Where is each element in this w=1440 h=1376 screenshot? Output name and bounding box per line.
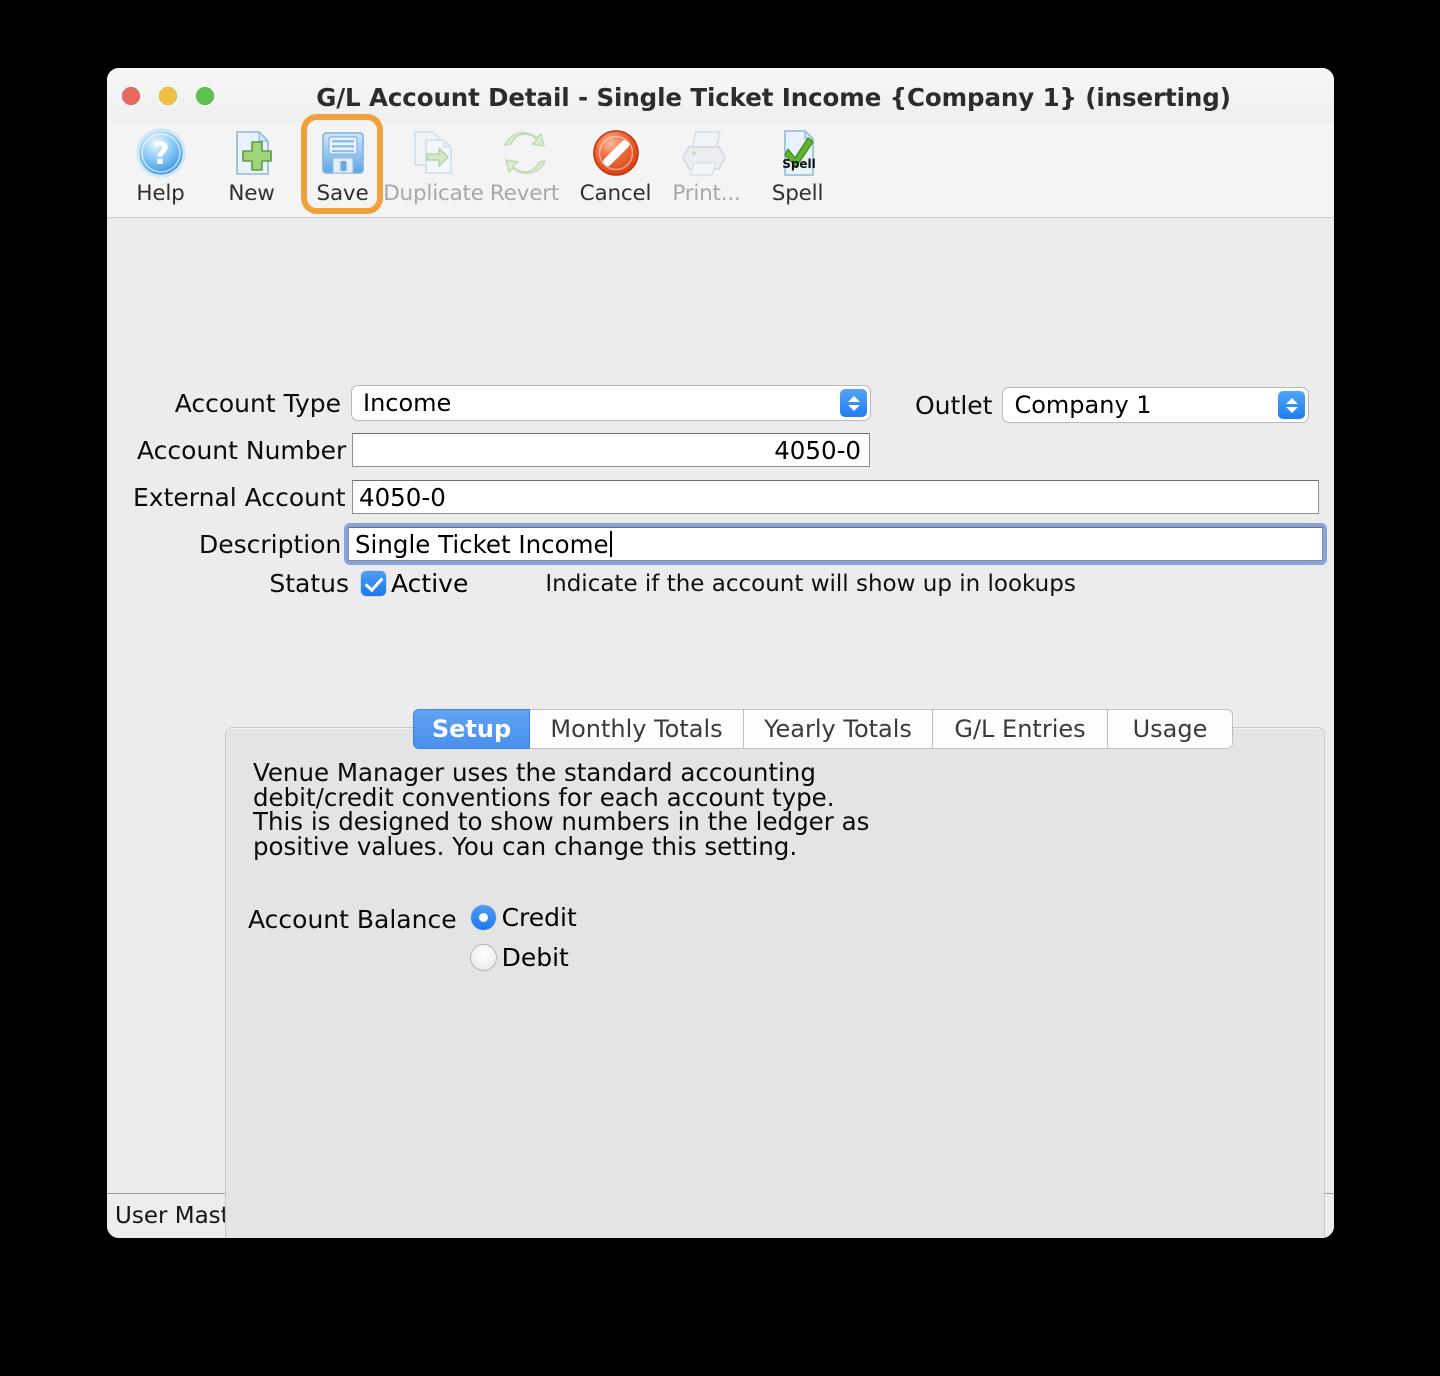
outlet-value: Company 1 <box>1014 391 1152 419</box>
account-type-value: Income <box>363 389 452 417</box>
checkmark-icon <box>361 571 386 596</box>
account-type-select[interactable]: Income <box>352 386 870 420</box>
tab-monthly-totals[interactable]: Monthly Totals <box>530 709 744 749</box>
radio-label: Debit <box>501 943 569 972</box>
toolbar-button-new[interactable]: New <box>206 122 297 206</box>
description-value: Single Ticket Income <box>355 529 609 559</box>
setup-description-text: Venue Manager uses the standard accounti… <box>253 758 870 861</box>
radio-label: Credit <box>501 903 577 932</box>
svg-text:?: ? <box>152 137 169 172</box>
external-account-input[interactable]: 4050-0 <box>352 480 1319 514</box>
toolbar-button-save[interactable]: Save <box>297 114 388 214</box>
toolbar-label: Spell <box>771 181 824 206</box>
tab-setup[interactable]: Setup <box>413 709 530 749</box>
toolbar-button-duplicate[interactable]: Duplicate <box>383 122 484 206</box>
toolbar-label: Cancel <box>579 181 652 206</box>
external-account-label: External Account <box>133 482 346 512</box>
gl-account-detail-window: G/L Account Detail - Single Ticket Incom… <box>107 68 1334 1238</box>
new-document-icon <box>225 126 279 180</box>
help-question-icon: ? <box>134 126 188 180</box>
tab-label: Yearly Totals <box>764 715 912 743</box>
window-title: G/L Account Detail - Single Ticket Incom… <box>316 83 1231 112</box>
account-balance-label: Account Balance <box>248 905 457 934</box>
description-label: Description <box>199 529 342 559</box>
outlet-select[interactable]: Company 1 <box>1003 388 1309 422</box>
toolbar-label: Help <box>136 181 185 206</box>
floppy-disk-icon <box>316 126 370 180</box>
window-titlebar: G/L Account Detail - Single Ticket Incom… <box>107 68 1334 122</box>
account-number-row: Account Number 4050-0 <box>137 433 870 467</box>
outlet-row: Outlet Company 1 <box>915 388 1309 422</box>
svg-text:Spell: Spell <box>782 157 816 171</box>
text-caret <box>609 531 612 557</box>
account-type-label: Account Type <box>174 388 341 418</box>
account-balance-group: Account Balance Credit Debit <box>248 903 577 972</box>
status-label: Status <box>269 569 349 598</box>
description-focus-ring: Single Ticket Income <box>344 523 1327 565</box>
refresh-arrows-icon <box>498 126 552 180</box>
radio-selected-icon <box>470 905 496 930</box>
external-account-value: 4050-0 <box>359 482 446 512</box>
account-number-input[interactable]: 4050-0 <box>352 433 870 467</box>
printer-icon <box>680 126 734 180</box>
description-input[interactable]: Single Ticket Income <box>348 527 1323 561</box>
toolbar-label: Duplicate <box>383 181 484 206</box>
account-balance-radios: Credit Debit <box>470 903 577 972</box>
tab-label: Usage <box>1132 715 1208 743</box>
toolbar-button-revert[interactable]: Revert <box>479 122 570 206</box>
toolbar: ? Help New Save Duplicate Revert Cancel … <box>107 114 1334 218</box>
description-row: Description Single Ticket Income <box>199 523 1327 565</box>
tab-bar: Setup Monthly Totals Yearly Totals G/L E… <box>413 709 1233 749</box>
tab-label: Setup <box>431 715 512 743</box>
form-area: Account Type Income Outlet Company 1 Acc… <box>107 218 1334 1238</box>
chevron-updown-icon[interactable] <box>1278 391 1306 419</box>
toolbar-label: Print... <box>672 181 741 206</box>
tab-gl-entries[interactable]: G/L Entries <box>933 709 1108 749</box>
account-number-label: Account Number <box>137 435 347 465</box>
toolbar-button-cancel[interactable]: Cancel <box>570 122 661 206</box>
status-active-checkbox[interactable]: Active <box>361 569 468 598</box>
radio-option-debit[interactable]: Debit <box>470 943 577 972</box>
outlet-label: Outlet <box>915 390 993 420</box>
toolbar-label: New <box>228 181 275 206</box>
spell-check-icon: Spell <box>771 126 825 180</box>
account-number-value: 4050-0 <box>774 435 861 465</box>
no-entry-icon <box>589 126 643 180</box>
toolbar-button-spell[interactable]: Spell Spell <box>752 122 843 206</box>
radio-unselected-icon <box>470 945 496 970</box>
chevron-updown-icon[interactable] <box>840 389 867 417</box>
duplicate-pages-icon <box>407 126 461 180</box>
external-account-row: External Account 4050-0 <box>133 480 1319 514</box>
tab-label: G/L Entries <box>954 715 1086 743</box>
tab-label: Monthly Totals <box>550 715 723 743</box>
status-row: Status Active Indicate if the account wi… <box>267 569 1076 598</box>
toolbar-button-help[interactable]: ? Help <box>115 122 206 206</box>
tab-yearly-totals[interactable]: Yearly Totals <box>744 709 933 749</box>
tab-usage[interactable]: Usage <box>1108 709 1233 749</box>
radio-option-credit[interactable]: Credit <box>470 903 577 932</box>
toolbar-label: Revert <box>489 181 560 206</box>
setup-tab-panel: Venue Manager uses the standard accounti… <box>225 727 1325 1238</box>
toolbar-label: Save <box>316 181 369 206</box>
account-type-row: Account Type Income <box>167 386 870 420</box>
toolbar-button-print[interactable]: Print... <box>661 122 752 206</box>
status-hint: Indicate if the account will show up in … <box>545 570 1076 597</box>
status-checkbox-label: Active <box>391 569 469 598</box>
